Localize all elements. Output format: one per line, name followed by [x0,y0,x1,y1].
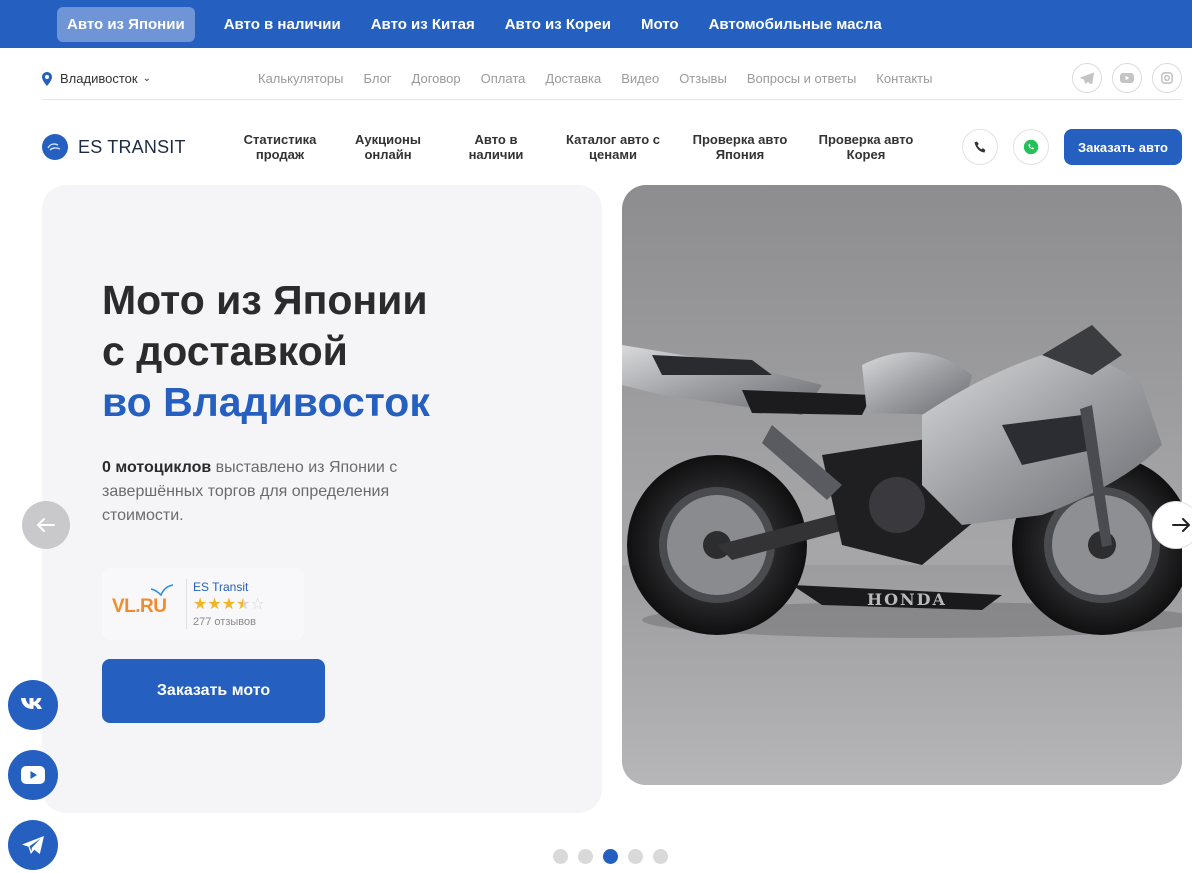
hero-title-line2: с доставкой [102,328,348,374]
rating-count: 277 отзывов [193,616,256,628]
motorcycle-illustration: HONDA [622,325,1182,785]
vk-icon [21,698,42,709]
logo-mark-icon [42,134,68,160]
slider-dot-5[interactable] [653,849,668,864]
logo[interactable]: ES TRANSIT [42,134,228,160]
floating-social [8,680,58,873]
star-icon: ★ [221,596,237,613]
vl-ru-text: VL.RU [112,596,167,617]
link-delivery[interactable]: Доставка [545,71,601,86]
telegram-icon[interactable] [1072,63,1102,93]
youtube-button[interactable] [8,750,58,800]
top-nav: Авто из Японии Авто в наличии Авто из Ки… [0,0,1192,48]
hero-card: Мото из Японии с доставкой во Владивосто… [42,185,602,813]
telegram-icon [22,836,44,854]
hero-title-line1: Мото из Японии [102,277,428,323]
menu-check-korea[interactable]: Проверка авто Корея [810,132,922,162]
moto-count: 0 мотоциклов [102,459,212,476]
star-icon: ★ [193,596,208,613]
slider-prev-button[interactable] [22,501,70,549]
hero-image-motorcycle: HONDA [622,185,1182,785]
link-calculators[interactable]: Калькуляторы [258,71,343,86]
whatsapp-icon [1023,139,1039,155]
slider-dot-1[interactable] [553,849,568,864]
link-reviews[interactable]: Отзывы [679,71,727,86]
link-payment[interactable]: Оплата [481,71,526,86]
slider-dot-4[interactable] [628,849,643,864]
star-icon: ★ [207,596,222,613]
main-menu: Статистика продаж Аукционы онлайн Авто в на… [228,132,922,162]
hero-title-line3: во Владивосток [102,379,430,425]
topnav-item-oils[interactable]: Автомобильные масла [709,16,882,33]
youtube-icon [21,766,45,784]
whatsapp-button[interactable] [1013,129,1049,165]
order-car-button[interactable]: Заказать авто [1064,129,1182,165]
menu-line: Аукционы [354,132,421,147]
menu-line: Авто в [474,132,518,147]
star-empty-icon: ☆ [250,596,265,613]
topnav-item-korea[interactable]: Авто из Кореи [505,16,611,33]
topnav-item-japan[interactable]: Авто из Японии [57,6,195,42]
rating-info: ES Transit ★ ★ ★ ★ ☆ 277 отзывов [193,580,265,628]
rating-stars: ★ ★ ★ ★ ☆ [193,596,265,614]
menu-line: ценами [589,147,637,162]
utility-links: Калькуляторы Блог Договор Оплата Доставк… [258,71,952,86]
vk-button[interactable] [8,680,58,730]
hero-title: Мото из Японии с доставкой во Владивосто… [102,275,430,428]
divider [186,579,187,629]
topnav-item-in-stock[interactable]: Авто в наличии [224,16,341,33]
menu-sales-stats[interactable]: Статистика продаж [228,132,332,162]
slider-dot-2[interactable] [578,849,593,864]
instagram-icon[interactable] [1152,63,1182,93]
link-video[interactable]: Видео [621,71,659,86]
location-pin-icon [42,71,52,86]
menu-catalog-prices[interactable]: Каталог авто с ценами [558,132,668,162]
youtube-icon[interactable] [1112,63,1142,93]
slider-next-button[interactable] [1152,501,1192,549]
link-blog[interactable]: Блог [363,71,391,86]
arrow-left-icon [37,518,55,532]
utility-bar: Владивосток ⌄ Калькуляторы Блог Договор … [42,58,1182,100]
phone-button[interactable] [962,129,998,165]
phone-icon [974,141,985,152]
arrow-right-icon [1172,518,1190,532]
menu-line: Каталог авто с [565,132,660,147]
slider-dots [553,849,678,864]
city-selector[interactable]: Владивосток ⌄ [42,71,258,86]
logo-text: ES TRANSIT [78,136,186,157]
topnav-item-china[interactable]: Авто из Китая [371,16,475,33]
hero-description: 0 мотоциклов выставлено из Японии с заве… [102,456,472,528]
menu-line: Япония [715,147,765,162]
link-contract[interactable]: Договор [412,71,461,86]
topnav-item-moto[interactable]: Мото [641,16,679,33]
menu-check-japan[interactable]: Проверка авто Япония [684,132,796,162]
vl-rating-widget[interactable]: VL.RU ES Transit ★ ★ ★ ★ ☆ 277 отзывов [102,568,304,640]
link-faq[interactable]: Вопросы и ответы [747,71,856,86]
rating-company-name: ES Transit [193,580,249,594]
menu-line: продаж [255,147,305,162]
main-header: ES TRANSIT Статистика продаж Аукционы онла… [42,120,1182,174]
menu-cars-in-stock[interactable]: Авто в наличии [450,132,542,162]
vl-ru-logo: VL.RU [112,584,184,624]
menu-line: Проверка авто [818,132,914,147]
chevron-down-icon: ⌄ [142,73,151,84]
menu-line: Проверка авто [692,132,788,147]
link-contacts[interactable]: Контакты [876,71,932,86]
telegram-button[interactable] [8,820,58,870]
city-name: Владивосток [60,71,138,86]
order-moto-button[interactable]: Заказать мото [102,659,325,723]
honda-wordmark: HONDA [867,590,947,609]
menu-line: наличии [468,147,524,162]
menu-line: онлайн [364,147,412,162]
star-half-icon: ★ [236,596,251,613]
menu-line: Статистика [243,132,317,147]
header-actions: Заказать авто [962,129,1182,165]
slider-dot-3[interactable] [603,849,618,864]
menu-line: Корея [846,147,886,162]
menu-auctions-online[interactable]: Аукционы онлайн [334,132,442,162]
social-links-top [1062,63,1182,93]
